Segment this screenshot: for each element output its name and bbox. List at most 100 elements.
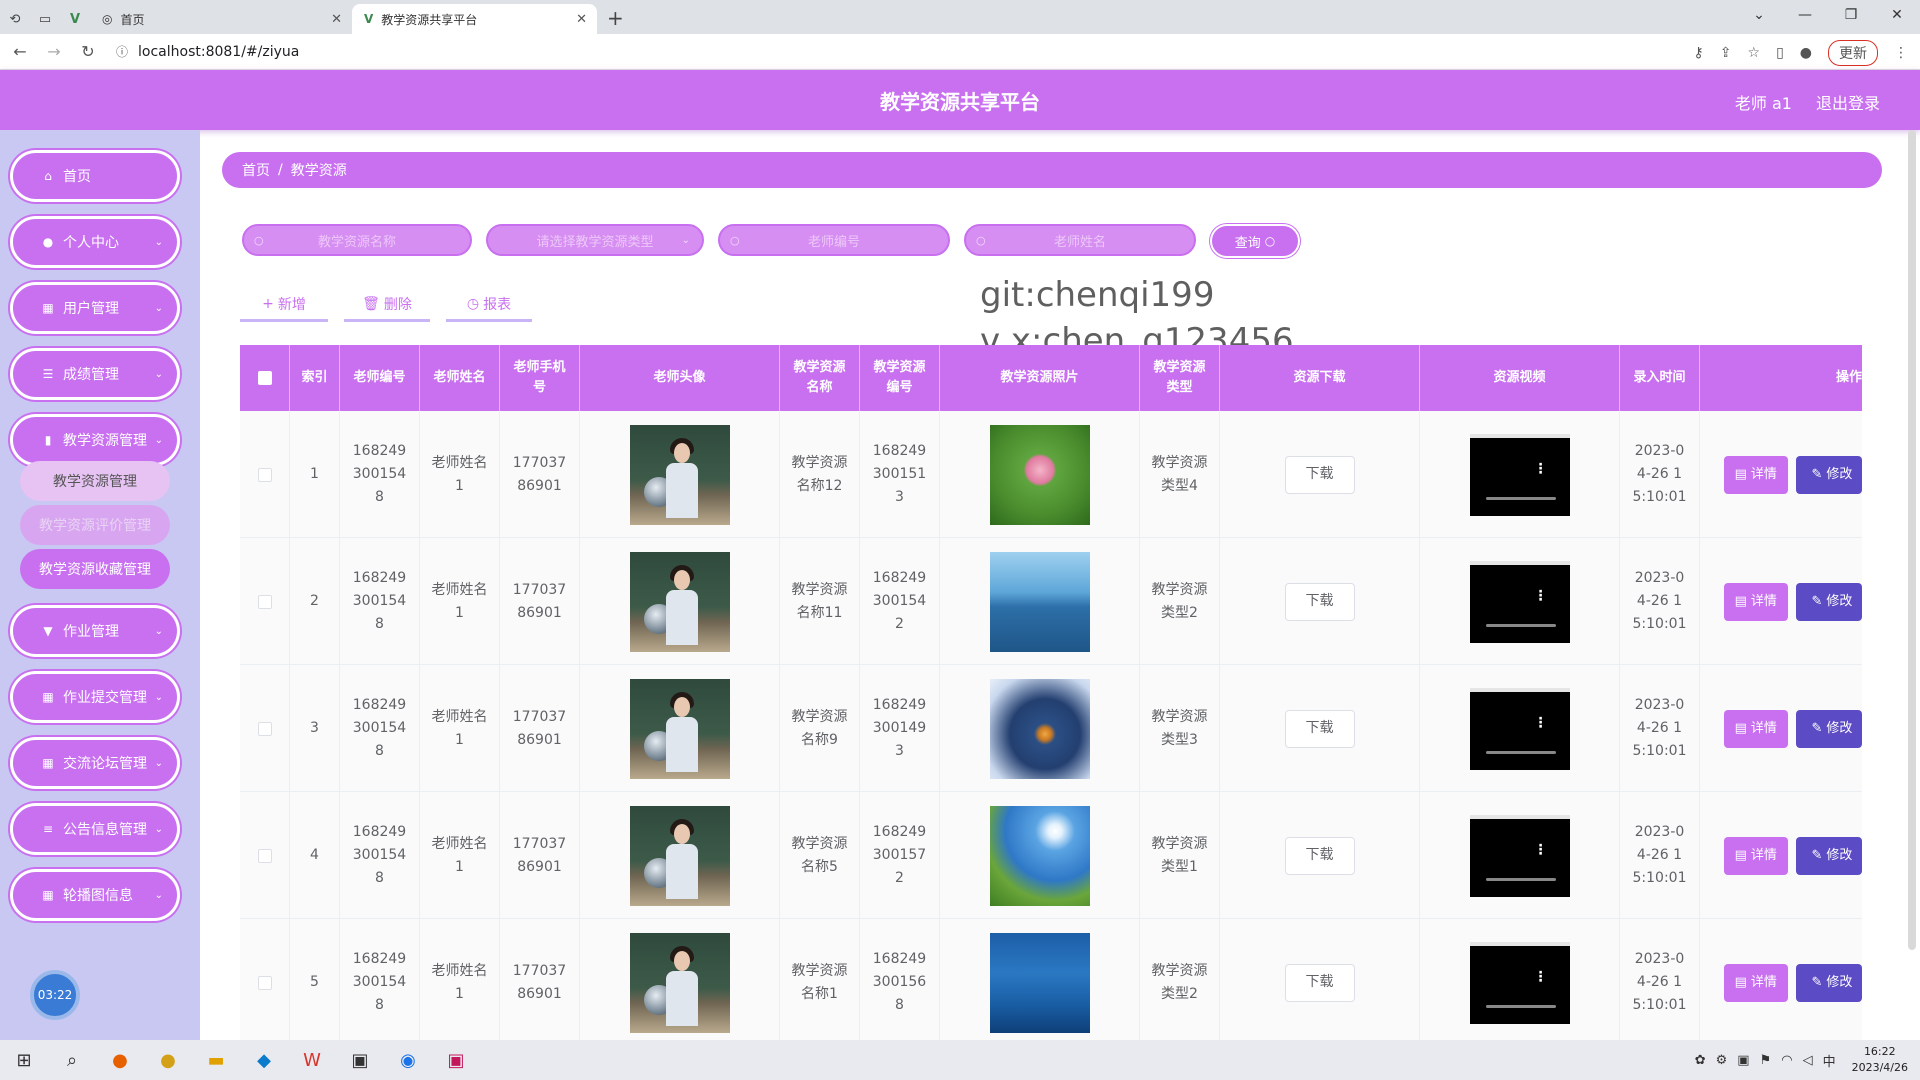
wps-icon[interactable]: W xyxy=(288,1040,336,1080)
new-tab-icon[interactable]: + xyxy=(607,4,624,34)
row-select-cell[interactable] xyxy=(240,792,290,919)
tray-icon[interactable]: ⚑ xyxy=(1760,1053,1772,1068)
reload-icon[interactable]: ↻ xyxy=(74,42,102,61)
row-select-cell[interactable] xyxy=(240,665,290,792)
more-vertical-icon[interactable]: ⋮ xyxy=(1534,712,1548,735)
row-checkbox[interactable] xyxy=(257,975,272,990)
sidebar-item-resources[interactable]: ▮ 教学资源管理 ⌄ xyxy=(10,414,180,466)
back-icon[interactable]: ← xyxy=(6,42,34,61)
timer-badge[interactable]: 03:22 xyxy=(30,970,80,1020)
profile-icon[interactable]: ● xyxy=(1800,45,1812,61)
close-icon[interactable]: ✕ xyxy=(331,12,342,27)
minimize-icon[interactable]: — xyxy=(1782,0,1828,30)
tab-home[interactable]: ◎ 首页 ✕ xyxy=(90,4,352,34)
idea-icon[interactable]: ▣ xyxy=(432,1040,480,1080)
logout-link[interactable]: 退出登录 xyxy=(1816,90,1880,114)
edit-button[interactable]: ✎ 修改 xyxy=(1795,963,1862,1002)
resource-type-select[interactable]: 请选择教学资源类型 ⌄ xyxy=(486,224,704,256)
chrome-icon[interactable]: ◉ xyxy=(384,1040,432,1080)
vscode-icon[interactable]: ◆ xyxy=(240,1040,288,1080)
row-select-cell[interactable] xyxy=(240,919,290,1040)
teacher-name-input[interactable]: ○ 老师姓名 xyxy=(964,224,1196,256)
add-button[interactable]: + 新增 xyxy=(240,288,328,322)
sidebar-item-users[interactable]: ▦ 用户管理 ⌄ xyxy=(10,282,180,334)
more-vertical-icon[interactable]: ⋮ xyxy=(1534,585,1548,608)
sidebar-item-home[interactable]: ⌂ 首页 xyxy=(10,150,180,202)
blank-page-icon[interactable]: ▭ xyxy=(36,10,54,28)
volume-icon[interactable]: ◁ xyxy=(1803,1053,1813,1068)
row-checkbox[interactable] xyxy=(257,594,272,609)
share-icon[interactable]: ⇪ xyxy=(1720,45,1732,61)
download-button[interactable]: 下载 xyxy=(1284,836,1355,875)
resource-video[interactable]: ⋮ xyxy=(1469,941,1570,1024)
select-all-checkbox[interactable] xyxy=(257,371,272,385)
app-icon[interactable]: ● xyxy=(144,1040,192,1080)
query-button[interactable]: 查询 ○ xyxy=(1210,224,1300,258)
sub-item-resource-review[interactable]: 教学资源评价管理 xyxy=(20,505,170,545)
close-window-icon[interactable]: ✕ xyxy=(1874,0,1920,30)
tray-icon[interactable]: ⚙ xyxy=(1716,1053,1728,1068)
delete-button[interactable]: 🗑 删除 xyxy=(344,288,430,322)
row-checkbox[interactable] xyxy=(257,467,272,482)
folder-icon[interactable]: ▬ xyxy=(192,1040,240,1080)
report-button[interactable]: ◷ 报表 xyxy=(446,288,532,322)
more-vertical-icon[interactable]: ⋮ xyxy=(1534,458,1548,481)
select-all-cell[interactable] xyxy=(240,345,290,411)
edit-button[interactable]: ✎ 修改 xyxy=(1795,455,1862,494)
detail-button[interactable]: ▤ 详情 xyxy=(1724,582,1788,621)
sub-item-resource-manage[interactable]: 教学资源管理 xyxy=(20,461,170,501)
teacher-no-input[interactable]: ○ 老师编号 xyxy=(718,224,950,256)
forward-icon[interactable]: → xyxy=(40,42,68,61)
history-icon[interactable]: ⟲ xyxy=(6,10,24,28)
search-icon[interactable]: ⌕ xyxy=(48,1040,96,1080)
resource-video[interactable]: ⋮ xyxy=(1469,433,1570,516)
download-button[interactable]: 下载 xyxy=(1284,582,1355,621)
windows-start-icon[interactable]: ⊞ xyxy=(0,1040,48,1080)
sidebar-item-notices[interactable]: ≡ 公告信息管理 ⌄ xyxy=(10,803,180,855)
resource-name-input[interactable]: ○ 教学资源名称 xyxy=(242,224,472,256)
sub-item-resource-favorite[interactable]: 教学资源收藏管理 xyxy=(20,549,170,589)
vue-icon[interactable]: V xyxy=(66,10,84,28)
breadcrumb-home[interactable]: 首页 xyxy=(242,160,270,180)
close-icon[interactable]: ✕ xyxy=(576,12,587,27)
sidebar-item-forum[interactable]: ▦ 交流论坛管理 ⌄ xyxy=(10,737,180,789)
page-scrollbar[interactable] xyxy=(1908,130,1916,950)
row-select-cell[interactable] xyxy=(240,538,290,665)
download-button[interactable]: 下载 xyxy=(1284,963,1355,1002)
sidebar-item-profile[interactable]: ● 个人中心 ⌄ xyxy=(10,216,180,268)
menu-icon[interactable]: ⋮ xyxy=(1894,45,1908,61)
firefox-icon[interactable]: ● xyxy=(96,1040,144,1080)
row-checkbox[interactable] xyxy=(257,721,272,736)
download-button[interactable]: 下载 xyxy=(1284,709,1355,748)
edit-button[interactable]: ✎ 修改 xyxy=(1795,836,1862,875)
sidebar-item-submissions[interactable]: ▦ 作业提交管理 ⌄ xyxy=(10,671,180,723)
detail-button[interactable]: ▤ 详情 xyxy=(1724,836,1788,875)
detail-button[interactable]: ▤ 详情 xyxy=(1724,455,1788,494)
clock-display[interactable]: 16:22 2023/4/26 xyxy=(1852,1044,1908,1076)
tray-icon[interactable]: ▣ xyxy=(1737,1053,1749,1068)
download-button[interactable]: 下载 xyxy=(1284,455,1355,494)
resource-video[interactable]: ⋮ xyxy=(1469,687,1570,770)
url-field[interactable]: ⓘ localhost:8081/#/ziyua xyxy=(116,43,299,60)
edit-button[interactable]: ✎ 修改 xyxy=(1795,582,1862,621)
detail-button[interactable]: ▤ 详情 xyxy=(1724,709,1788,748)
chevron-down-icon[interactable]: ⌄ xyxy=(1736,0,1782,30)
more-vertical-icon[interactable]: ⋮ xyxy=(1534,839,1548,862)
terminal-icon[interactable]: ▣ xyxy=(336,1040,384,1080)
tab-platform[interactable]: V 教学资源共享平台 ✕ xyxy=(352,4,597,34)
wifi-icon[interactable]: ◠ xyxy=(1781,1053,1792,1068)
row-select-cell[interactable] xyxy=(240,411,290,538)
resource-video[interactable]: ⋮ xyxy=(1469,560,1570,643)
sidebar-item-carousel[interactable]: ▦ 轮播图信息 ⌄ xyxy=(10,869,180,921)
sidebar-item-homework[interactable]: ▼ 作业管理 ⌄ xyxy=(10,605,180,657)
edit-button[interactable]: ✎ 修改 xyxy=(1795,709,1862,748)
restore-icon[interactable]: ❐ xyxy=(1828,0,1874,30)
tray-icon[interactable]: ✿ xyxy=(1695,1053,1706,1068)
update-button[interactable]: 更新 xyxy=(1828,40,1878,66)
ime-indicator[interactable]: 中 xyxy=(1823,1051,1836,1070)
key-icon[interactable]: ⚷ xyxy=(1694,45,1704,61)
sidepanel-icon[interactable]: ▯ xyxy=(1776,45,1784,61)
sidebar-item-scores[interactable]: ☰ 成绩管理 ⌄ xyxy=(10,348,180,400)
detail-button[interactable]: ▤ 详情 xyxy=(1724,963,1788,1002)
more-vertical-icon[interactable]: ⋮ xyxy=(1534,966,1548,989)
